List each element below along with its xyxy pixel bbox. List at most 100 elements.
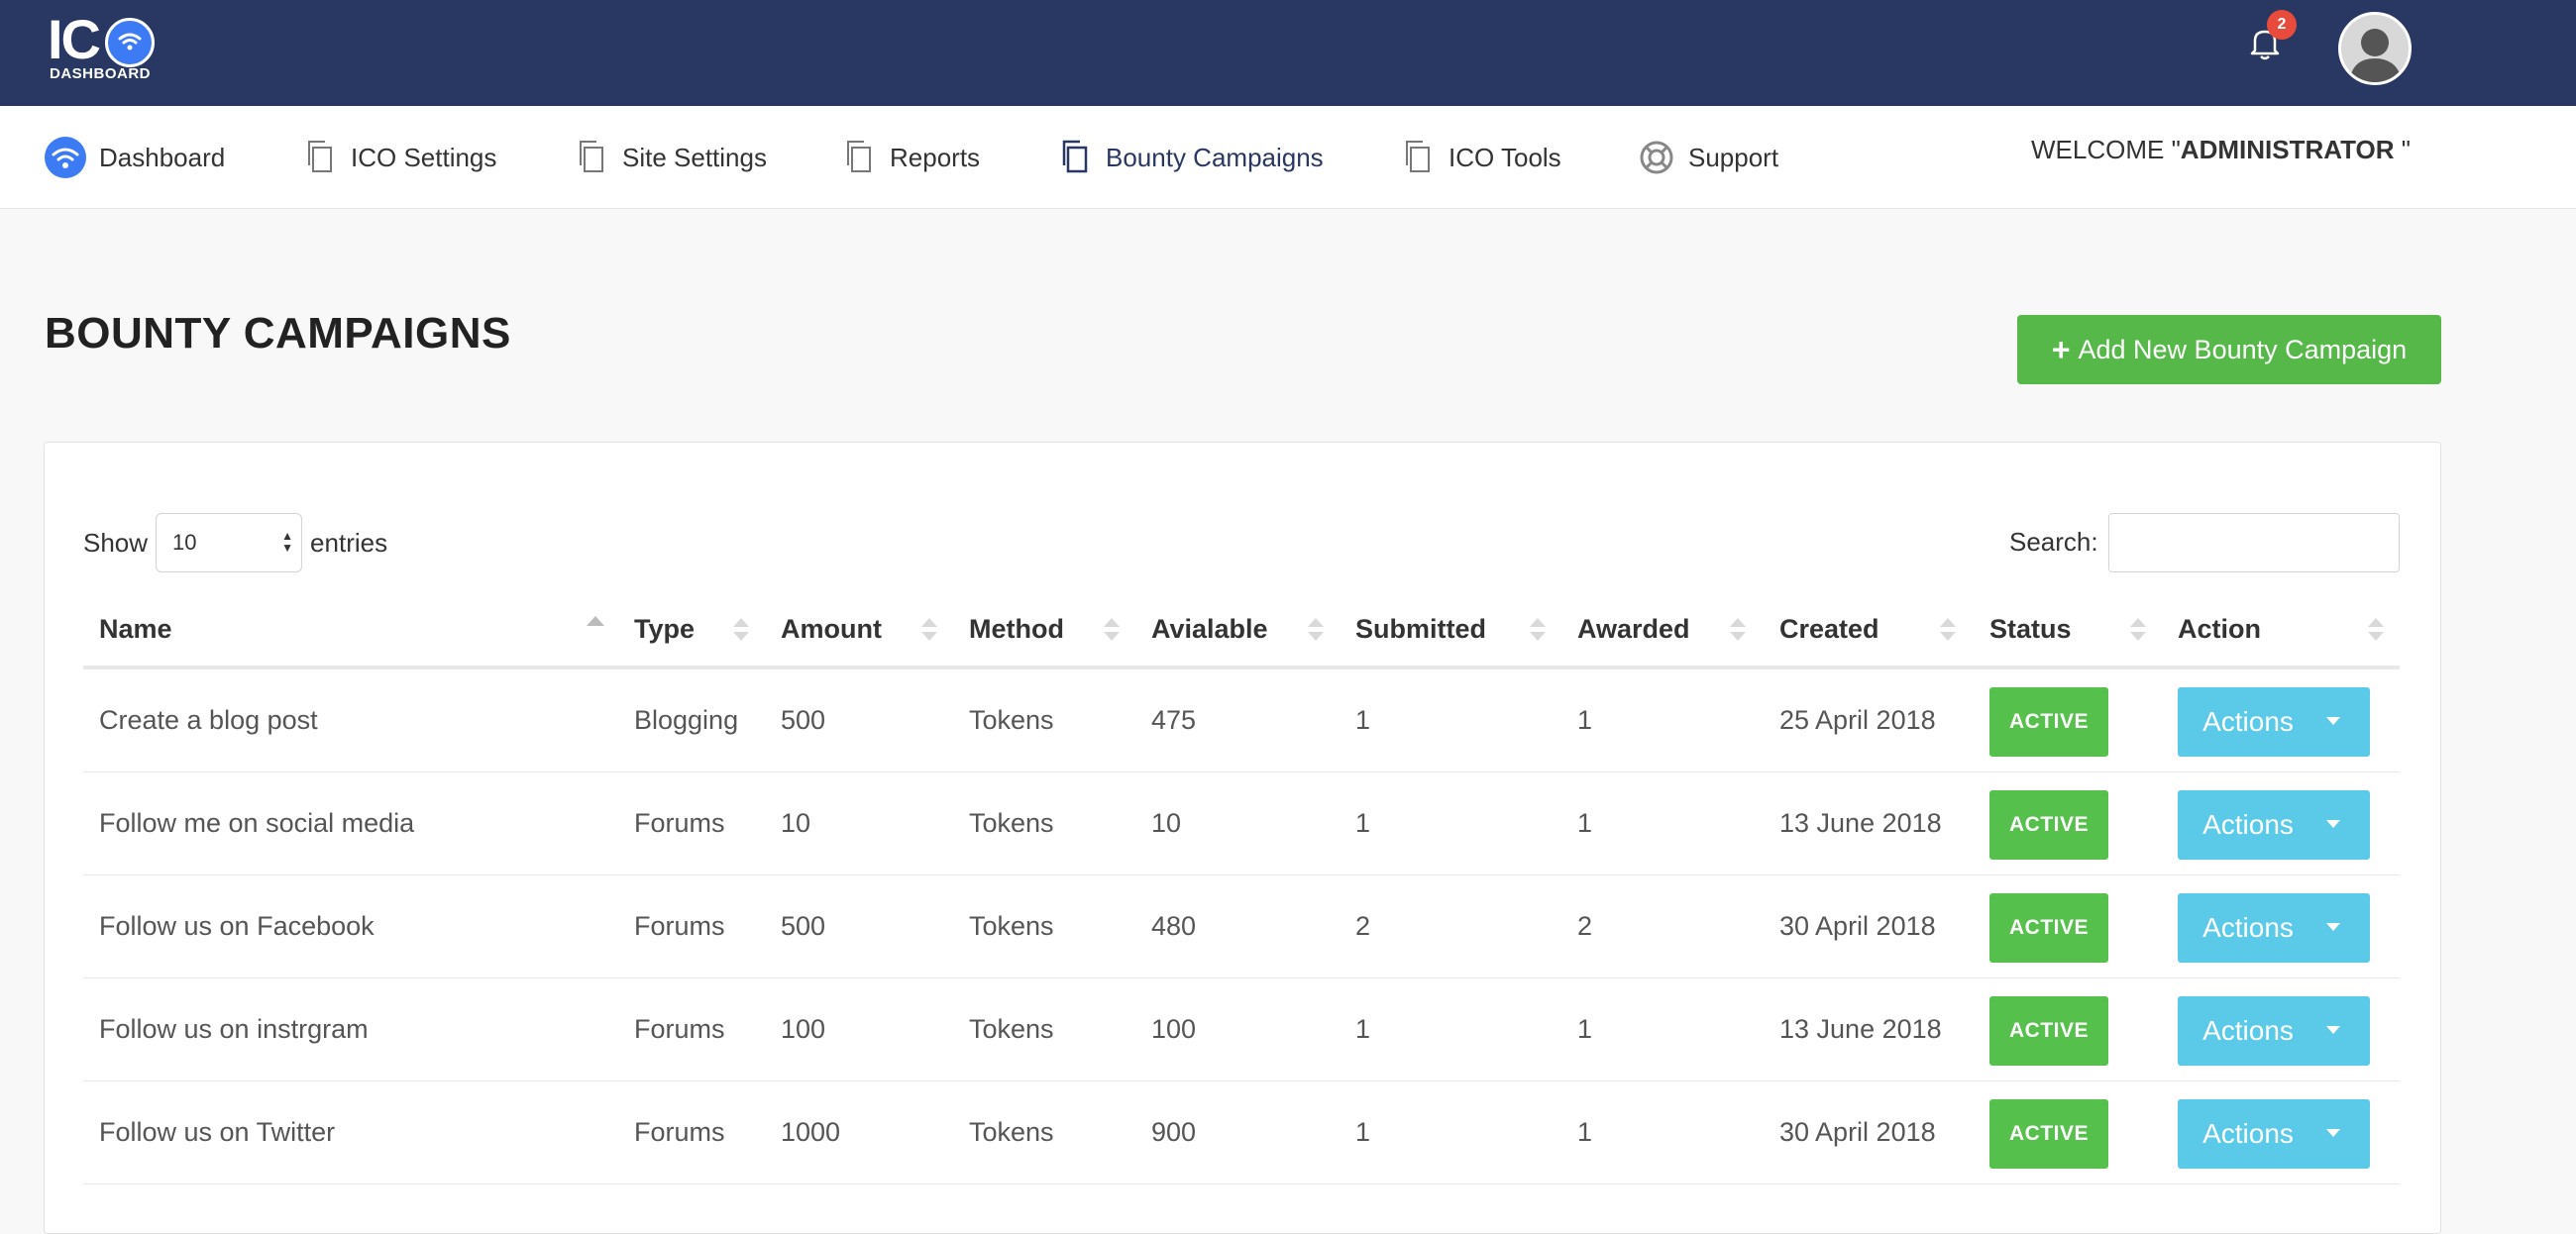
cell-available: 480 <box>1151 911 1197 941</box>
nav-label: ICO Tools <box>1449 142 1561 172</box>
add-new-bounty-campaign-button[interactable]: + Add New Bounty Campaign <box>2017 315 2441 384</box>
nav-label: Dashboard <box>99 142 226 172</box>
nav-label: Site Settings <box>622 142 767 172</box>
copy-icon <box>1060 140 1092 175</box>
cell-available: 475 <box>1151 705 1197 735</box>
cell-created: 30 April 2018 <box>1779 911 1936 941</box>
user-avatar[interactable] <box>2338 12 2412 85</box>
cell-amount: 100 <box>781 1014 826 1044</box>
notification-count-badge: 2 <box>2267 10 2297 40</box>
nav-item-ico-settings[interactable]: ICO Settings <box>305 134 496 181</box>
cell-amount: 10 <box>781 808 811 838</box>
cell-awarded: 1 <box>1577 808 1593 838</box>
column-header-name[interactable]: Name <box>99 614 172 645</box>
copy-icon <box>844 140 876 175</box>
nav-item-bounty-campaigns[interactable]: Bounty Campaigns <box>1060 134 1324 181</box>
actions-label: Actions <box>2202 706 2294 737</box>
column-header-method[interactable]: Method <box>969 614 1064 645</box>
column-header-awarded[interactable]: Awarded <box>1577 614 1690 645</box>
cell-name: Create a blog post <box>99 705 318 735</box>
column-header-available[interactable]: Avialable <box>1151 614 1268 645</box>
cell-awarded: 1 <box>1577 1117 1593 1147</box>
app-logo[interactable]: IC DASHBOARD <box>48 10 166 83</box>
cell-method: Tokens <box>969 1014 1054 1044</box>
welcome-message: WELCOME "ADMINISTRATOR " <box>2031 135 2411 164</box>
caret-down-icon <box>2326 820 2340 828</box>
caret-down-icon <box>2326 717 2340 725</box>
page-title: BOUNTY CAMPAIGNS <box>45 309 511 358</box>
add-button-label: Add New Bounty Campaign <box>2078 334 2408 364</box>
cell-awarded: 1 <box>1577 1014 1593 1044</box>
column-header-type[interactable]: Type <box>634 614 695 645</box>
plus-icon: + <box>2051 331 2071 367</box>
cell-name: Follow us on Facebook <box>99 911 375 941</box>
wifi-logo-icon <box>105 18 155 67</box>
cell-amount: 1000 <box>781 1117 841 1147</box>
copy-icon <box>1403 140 1435 175</box>
status-badge: ACTIVE <box>1989 1099 2108 1169</box>
cell-name: Follow us on Twitter <box>99 1117 336 1147</box>
sort-icon <box>1530 618 1546 644</box>
welcome-username: ADMINISTRATOR <box>2180 135 2395 164</box>
caret-down-icon <box>2326 1129 2340 1137</box>
search-input[interactable] <box>2108 513 2400 572</box>
cell-submitted: 2 <box>1355 911 1371 941</box>
status-badge: ACTIVE <box>1989 893 2108 963</box>
actions-dropdown-button[interactable]: Actions <box>2178 790 2370 860</box>
cell-available: 10 <box>1151 808 1182 838</box>
table-row: Create a blog post Blogging 500 Tokens 4… <box>83 669 2400 772</box>
actions-label: Actions <box>2202 1118 2294 1149</box>
select-arrows-icon: ▲ ▼ <box>281 529 294 555</box>
status-badge: ACTIVE <box>1989 996 2108 1066</box>
copy-icon <box>305 140 337 175</box>
wifi-circle-icon <box>44 137 86 178</box>
column-header-submitted[interactable]: Submitted <box>1355 614 1486 645</box>
cell-method: Tokens <box>969 808 1054 838</box>
sort-icon <box>2130 618 2146 644</box>
sort-icon <box>1308 618 1324 644</box>
column-header-amount[interactable]: Amount <box>781 614 882 645</box>
sort-icon <box>733 618 749 644</box>
status-badge: ACTIVE <box>1989 687 2108 757</box>
cell-available: 900 <box>1151 1117 1197 1147</box>
cell-awarded: 1 <box>1577 705 1593 735</box>
sort-icon <box>1104 618 1120 644</box>
cell-name: Follow us on instrgram <box>99 1014 369 1044</box>
logo-subtitle: DASHBOARD <box>50 65 151 82</box>
sort-icon <box>921 618 937 644</box>
cell-submitted: 1 <box>1355 1117 1371 1147</box>
cell-awarded: 2 <box>1577 911 1593 941</box>
column-header-created[interactable]: Created <box>1779 614 1879 645</box>
cell-type: Blogging <box>634 705 739 735</box>
nav-item-reports[interactable]: Reports <box>844 134 980 181</box>
actions-dropdown-button[interactable]: Actions <box>2178 1099 2370 1169</box>
cell-name: Follow me on social media <box>99 808 415 838</box>
cell-method: Tokens <box>969 705 1054 735</box>
column-header-action[interactable]: Action <box>2178 614 2261 645</box>
nav-item-ico-tools[interactable]: ICO Tools <box>1403 134 1561 181</box>
cell-type: Forums <box>634 808 725 838</box>
table-row: Follow us on Facebook Forums 500 Tokens … <box>83 875 2400 978</box>
actions-dropdown-button[interactable]: Actions <box>2178 893 2370 963</box>
nav-label: Bounty Campaigns <box>1106 142 1324 172</box>
status-badge: ACTIVE <box>1989 790 2108 860</box>
cell-submitted: 1 <box>1355 705 1371 735</box>
actions-label: Actions <box>2202 912 2294 943</box>
cell-amount: 500 <box>781 705 826 735</box>
nav-item-support[interactable]: Support <box>1639 134 1778 181</box>
column-header-status[interactable]: Status <box>1989 614 2072 645</box>
nav-label: Reports <box>890 142 981 172</box>
entries-label: entries <box>310 527 388 558</box>
actions-dropdown-button[interactable]: Actions <box>2178 996 2370 1066</box>
actions-label: Actions <box>2202 809 2294 840</box>
nav-item-dashboard[interactable]: Dashboard <box>44 134 225 181</box>
copy-icon <box>577 140 608 175</box>
cell-created: 13 June 2018 <box>1779 808 1942 838</box>
entries-select[interactable]: 10 ▲ ▼ <box>156 513 303 572</box>
actions-dropdown-button[interactable]: Actions <box>2178 687 2370 757</box>
search-label: Search: <box>2009 527 2098 557</box>
cell-created: 13 June 2018 <box>1779 1014 1942 1044</box>
sort-icon <box>1940 618 1956 644</box>
cell-submitted: 1 <box>1355 1014 1371 1044</box>
nav-item-site-settings[interactable]: Site Settings <box>577 134 767 181</box>
